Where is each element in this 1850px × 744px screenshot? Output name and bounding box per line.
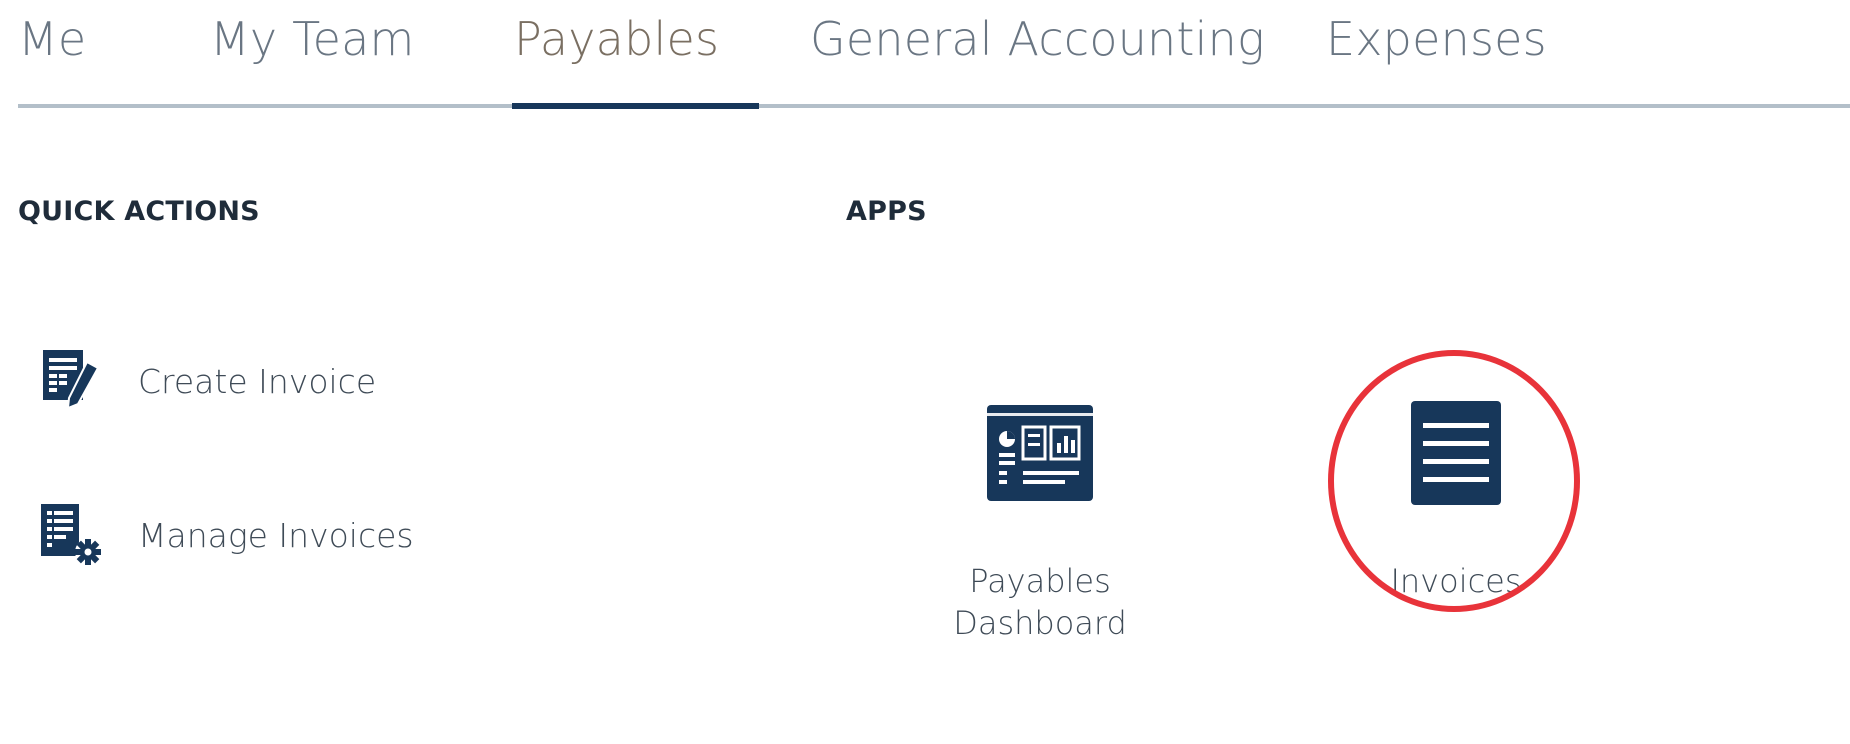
manage-invoices-action[interactable]: Manage Invoices (38, 500, 414, 570)
app-payables-dashboard[interactable]: Payables Dashboard (910, 398, 1170, 644)
tab-bar: Me My Team Payables General Accounting E… (0, 0, 1850, 110)
quick-actions-heading: QUICK ACTIONS (18, 196, 260, 227)
manage-invoices-label: Manage Invoices (138, 515, 414, 555)
create-invoice-label: Create Invoice (138, 361, 377, 401)
tab-me[interactable]: Me (18, 12, 86, 66)
tab-my-team[interactable]: My Team (210, 12, 415, 66)
app-invoices[interactable]: Invoices (1326, 398, 1586, 602)
tab-payables[interactable]: Payables (514, 12, 719, 66)
invoices-label: Invoices (1390, 562, 1522, 600)
create-invoice-icon (38, 347, 110, 415)
tab-expenses[interactable]: Expenses (1326, 12, 1547, 66)
tab-divider (18, 104, 1850, 108)
dashboard-icon (985, 398, 1095, 508)
create-invoice-action[interactable]: Create Invoice (38, 346, 376, 416)
active-tab-indicator (512, 103, 759, 109)
invoices-list-icon (1401, 398, 1511, 508)
manage-invoices-icon (38, 501, 110, 569)
payables-dashboard-label-line1: Payables (969, 562, 1111, 600)
apps-heading: APPS (846, 196, 927, 227)
payables-dashboard-label: Payables Dashboard (953, 560, 1127, 644)
tab-general-accounting[interactable]: General Accounting (810, 12, 1265, 66)
payables-dashboard-label-line2: Dashboard (953, 604, 1127, 642)
